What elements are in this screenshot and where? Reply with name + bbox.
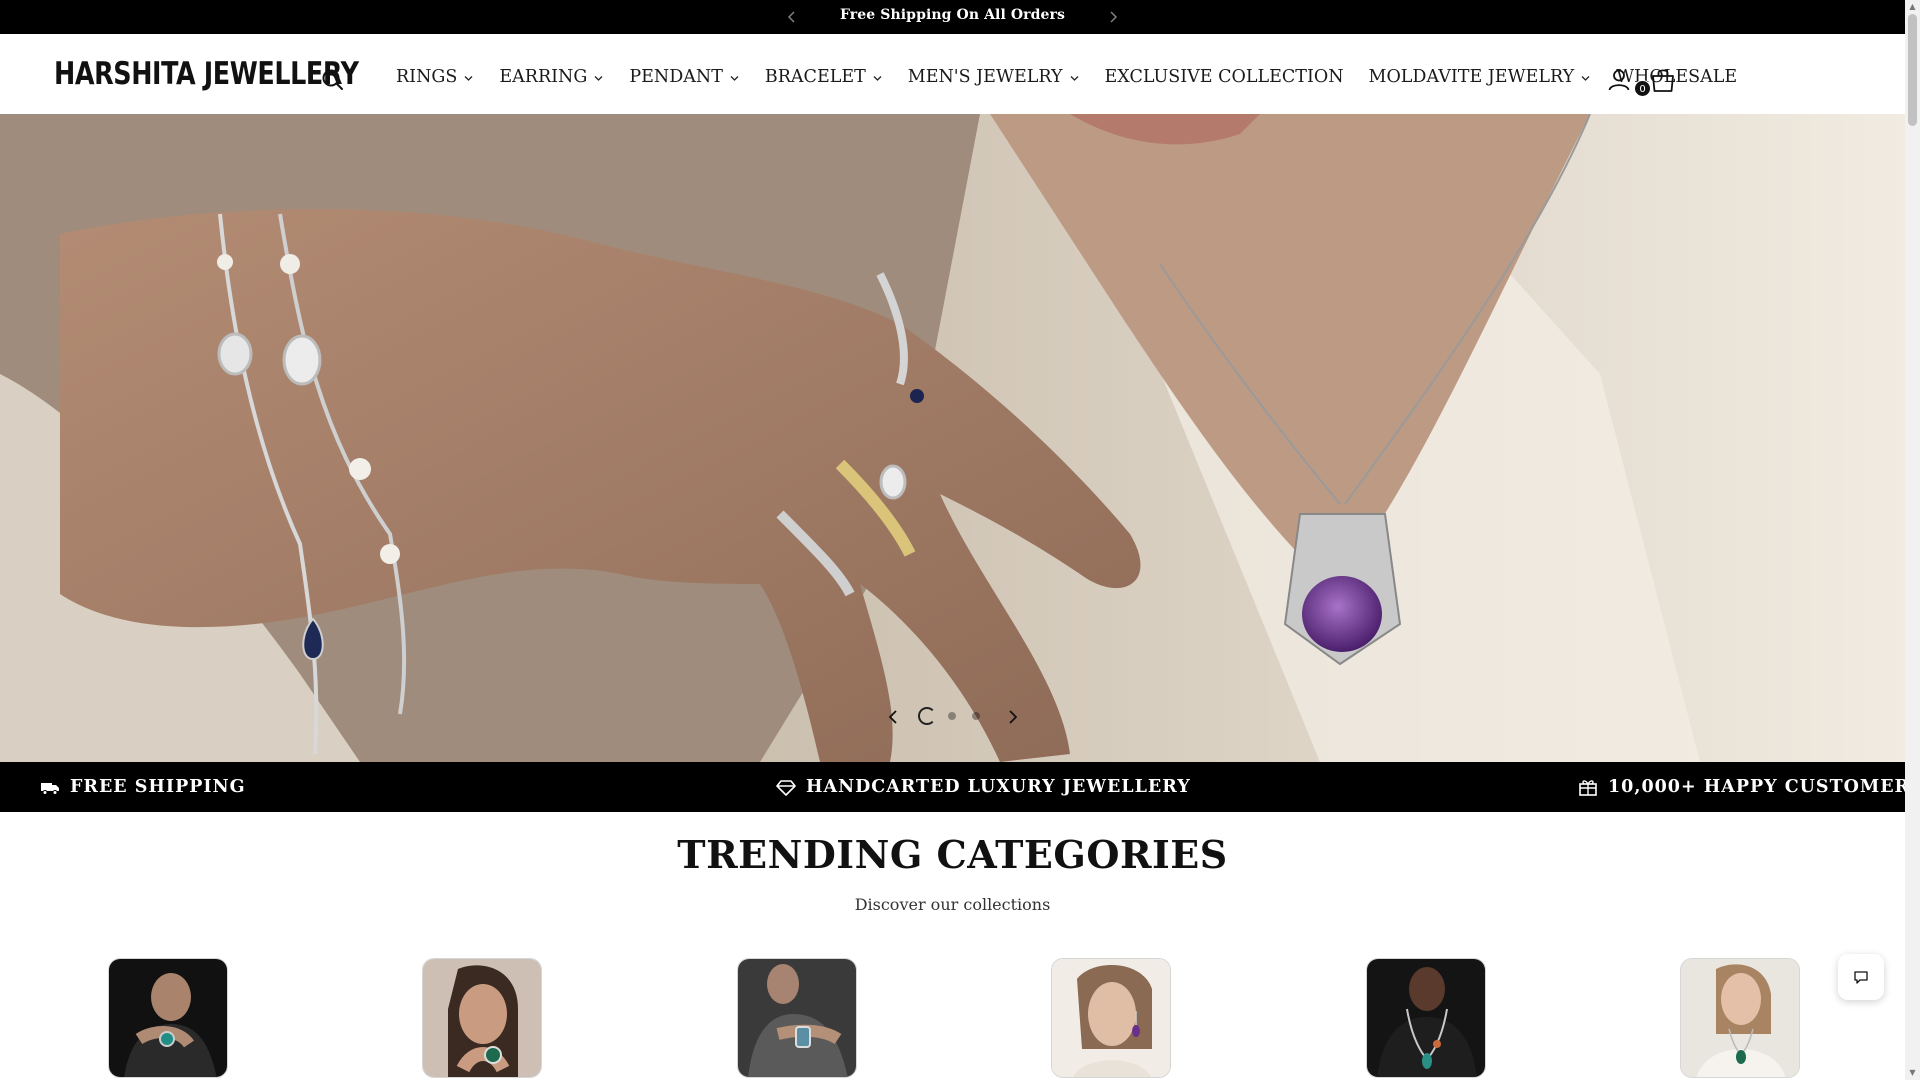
hero-image xyxy=(0,114,1905,762)
scrollbar-thumb[interactable] xyxy=(1908,14,1917,126)
announcement-next-button[interactable] xyxy=(1102,6,1124,28)
chevron-down-icon xyxy=(464,76,473,81)
category-card-4[interactable] xyxy=(1051,958,1171,1078)
nav-item-pendant[interactable]: PENDANT xyxy=(629,67,740,87)
announcement-message: Free Shipping On All Orders xyxy=(840,7,1065,23)
scroll-up-arrow[interactable]: ▲ xyxy=(1908,2,1917,12)
search-button[interactable] xyxy=(320,67,346,93)
nav-item-mens-jewelry[interactable]: MEN'S JEWELRY xyxy=(908,67,1080,87)
nav-item-bracelet[interactable]: BRACELET xyxy=(765,67,883,87)
usp-bar: FREE SHIPPING HANDCARTED LUXURY JEWELLER… xyxy=(0,762,1920,812)
usp-handcrafted: HANDCARTED LUXURY JEWELLERY xyxy=(776,762,1191,812)
gift-icon xyxy=(1579,780,1597,796)
usp-label: HANDCARTED LUXURY JEWELLERY xyxy=(806,777,1191,797)
nav-item-label: MOLDAVITE JEWELRY xyxy=(1368,67,1575,87)
nav-item-label: BRACELET xyxy=(764,67,866,87)
cart-count-badge: 0 xyxy=(1634,80,1651,97)
category-card-6[interactable] xyxy=(1680,958,1800,1078)
page-scrollbar[interactable]: ▲ ▼ xyxy=(1905,0,1920,1080)
account-button[interactable] xyxy=(1606,67,1632,93)
trending-subtitle: Discover our collections xyxy=(854,895,1051,914)
hero-prev-button[interactable] xyxy=(882,706,904,728)
nav-item-exclusive-collection[interactable]: EXCLUSIVE COLLECTION xyxy=(1105,67,1344,87)
user-icon xyxy=(1608,69,1630,91)
nav-item-rings[interactable]: RINGS xyxy=(396,67,474,87)
hero-dot-2[interactable] xyxy=(948,712,956,720)
nav-item-moldavite-jewelry[interactable]: MOLDAVITE JEWELRY xyxy=(1369,67,1592,87)
chevron-right-icon xyxy=(1110,11,1117,23)
chevron-down-icon xyxy=(594,76,603,81)
trending-title: TRENDING CATEGORIES xyxy=(677,832,1228,877)
site-logo[interactable]: HARSHITA JEWELLERY xyxy=(54,56,359,92)
category-image xyxy=(1367,959,1485,1077)
chevron-down-icon xyxy=(1581,76,1590,81)
hero-next-button[interactable] xyxy=(1002,706,1024,728)
category-card-5[interactable] xyxy=(1366,958,1486,1078)
truck-icon xyxy=(41,783,59,795)
usp-free-shipping: FREE SHIPPING xyxy=(40,762,246,812)
announcement-bar: Free Shipping On All Orders xyxy=(0,0,1905,34)
shopping-bag-icon xyxy=(1652,69,1674,92)
category-card-1[interactable] xyxy=(108,958,228,1078)
usp-label: FREE SHIPPING xyxy=(70,777,246,797)
category-card-2[interactable] xyxy=(422,958,542,1078)
category-image xyxy=(423,959,541,1077)
search-icon xyxy=(322,69,343,90)
chevron-left-icon xyxy=(888,710,897,724)
chevron-down-icon xyxy=(730,76,739,81)
hero-dot-3[interactable] xyxy=(972,712,980,720)
nav-item-label: EXCLUSIVE COLLECTION xyxy=(1104,67,1344,87)
nav-item-earring[interactable]: EARRING xyxy=(499,67,604,87)
nav-item-label: MEN'S JEWELRY xyxy=(907,67,1063,87)
main-nav: RINGS EARRING PENDANT BRACELET MEN'S JEW… xyxy=(396,65,1762,89)
category-image xyxy=(1681,959,1799,1077)
chat-widget-button[interactable] xyxy=(1838,954,1884,1000)
chevron-down-icon xyxy=(1070,76,1078,81)
nav-item-label: RINGS xyxy=(396,67,458,87)
cart-button[interactable] xyxy=(1648,65,1678,95)
category-image xyxy=(109,959,227,1077)
diamond-icon xyxy=(776,780,796,796)
hero-dot-1[interactable] xyxy=(918,707,936,725)
usp-label: 10,000+ HAPPY CUSTOMERS xyxy=(1608,777,1920,797)
category-image xyxy=(1052,959,1170,1077)
usp-happy-customers: 10,000+ HAPPY CUSTOMERS xyxy=(1578,762,1920,812)
category-image xyxy=(738,959,856,1077)
hero-pagination xyxy=(918,707,996,725)
nav-item-label: PENDANT xyxy=(629,67,723,87)
hero-slideshow xyxy=(0,114,1905,762)
site-header: HARSHITA JEWELLERY RINGS EARRING PENDANT… xyxy=(0,34,1905,114)
category-card-3[interactable] xyxy=(737,958,857,1078)
scroll-down-arrow[interactable]: ▼ xyxy=(1908,1068,1917,1078)
chat-icon xyxy=(1854,971,1868,984)
chevron-right-icon xyxy=(1009,710,1018,724)
nav-item-label: EARRING xyxy=(499,67,588,87)
chevron-down-icon xyxy=(873,76,882,81)
